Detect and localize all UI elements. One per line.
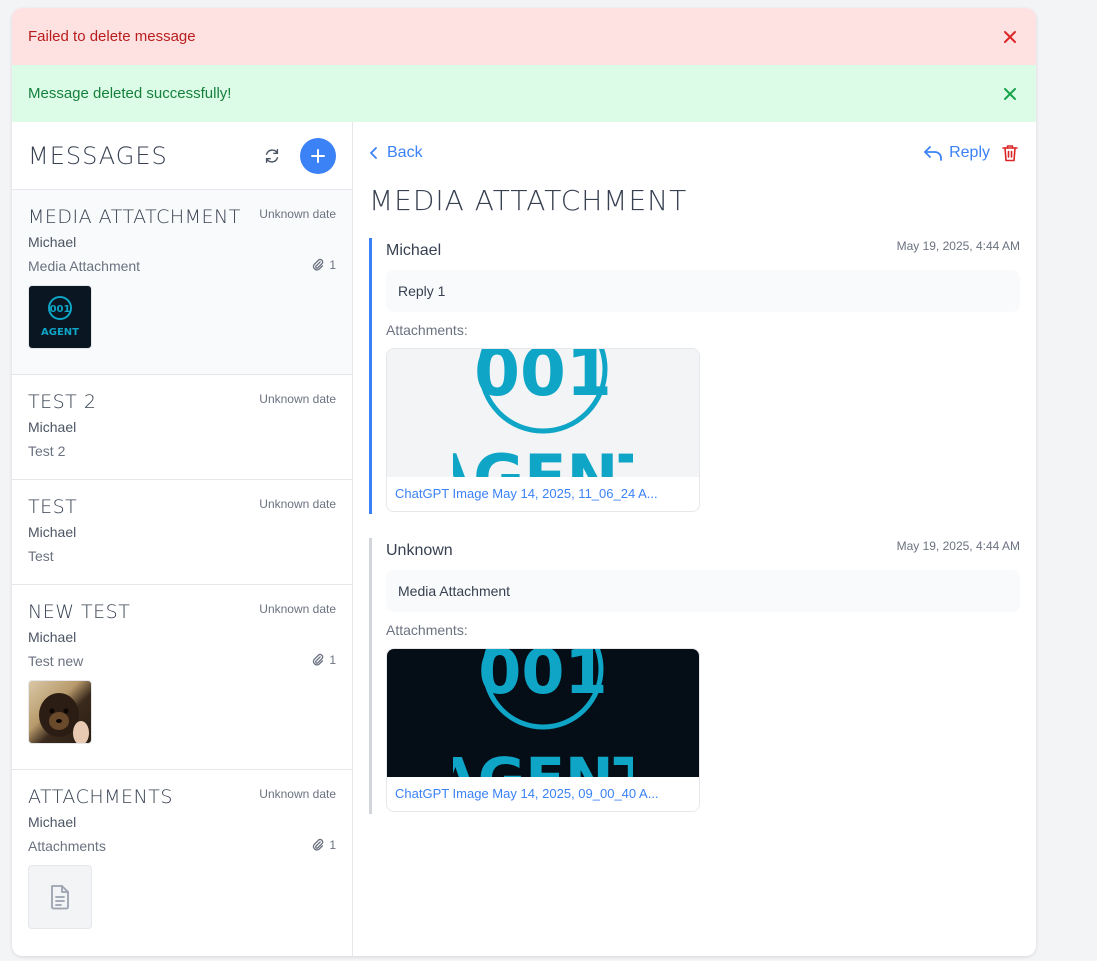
message-sender: Michael [28, 629, 77, 645]
close-error-alert-button[interactable] [1000, 27, 1020, 47]
message-date: Unknown date [259, 392, 336, 406]
close-icon [1004, 87, 1016, 100]
document-icon [51, 885, 69, 910]
main-area: MESSAGES MEDIA ATTATCHMENT Unknown date … [12, 122, 1036, 956]
attachment-preview: 001 AGENT [387, 649, 699, 777]
attachment-thumbnail[interactable]: 001 AGENT [28, 285, 92, 349]
error-alert: Failed to delete message [12, 8, 1036, 65]
attachment-filename-link[interactable]: ChatGPT Image May 14, 2025, 11_06_24 A..… [387, 477, 699, 511]
attachment-preview: 001 AGENT [387, 349, 699, 477]
paperclip-icon [313, 838, 324, 851]
attachment-count: 1 [311, 258, 336, 272]
message-date: Unknown date [259, 497, 336, 511]
paperclip-icon [313, 258, 324, 271]
attachment-count-value: 1 [329, 838, 336, 852]
new-message-button[interactable] [300, 137, 336, 174]
app-shell: Failed to delete message Message deleted… [12, 8, 1036, 956]
success-alert: Message deleted successfully! [12, 65, 1036, 122]
svg-text:001: 001 [478, 649, 607, 708]
svg-text:AGENT: AGENT [453, 745, 633, 777]
message-sender: Michael [28, 814, 77, 830]
back-button[interactable]: Back [369, 144, 423, 162]
puppy-photo-image [39, 693, 89, 743]
message-preview: Media Attachment [28, 258, 141, 274]
refresh-icon [265, 148, 279, 163]
trash-icon [1002, 145, 1018, 162]
plus-icon [311, 148, 325, 163]
thread-body: Media Attachment [386, 570, 1020, 612]
sidebar-header: MESSAGES [12, 122, 352, 190]
svg-text:AGENT: AGENT [453, 441, 633, 477]
svg-text:AGENT: AGENT [41, 327, 79, 338]
reply-icon [924, 146, 942, 161]
svg-text:001: 001 [50, 304, 71, 315]
detail-toolbar: Back Reply [369, 122, 1020, 180]
agent-logo-image: 001 AGENT [453, 349, 633, 477]
attachment-count: 1 [311, 838, 336, 852]
message-list-item[interactable]: MEDIA ATTATCHMENT Unknown date Michael M… [12, 190, 352, 375]
message-detail-pane: Back Reply MEDIA ATTATCHMENT Michael May… [353, 122, 1036, 956]
thread-message: Michael May 19, 2025, 4:44 AM Reply 1 At… [369, 238, 1020, 514]
message-sender: Michael [28, 234, 77, 250]
close-success-alert-button[interactable] [1000, 84, 1020, 104]
reply-button[interactable]: Reply [923, 144, 990, 162]
back-label: Back [387, 144, 423, 161]
attachment-thumbnail[interactable] [28, 865, 92, 929]
error-alert-text: Failed to delete message [28, 28, 196, 45]
reply-label: Reply [949, 144, 990, 161]
attachment-count-value: 1 [329, 653, 336, 667]
message-preview: Attachments [28, 838, 106, 854]
thread-date: May 19, 2025, 4:44 AM [896, 239, 1020, 253]
message-date: Unknown date [259, 787, 336, 801]
success-alert-text: Message deleted successfully! [28, 85, 232, 102]
attachments-label: Attachments: [386, 322, 468, 338]
message-date: Unknown date [259, 207, 336, 221]
agent-logo-image: 001 AGENT [453, 649, 633, 777]
refresh-button[interactable] [260, 144, 284, 168]
svg-text:001: 001 [474, 349, 612, 411]
attachment-count: 1 [311, 653, 336, 667]
thread-body: Reply 1 [386, 270, 1020, 312]
attachment-card[interactable]: 001 AGENT ChatGPT Image May 14, 2025, 11… [386, 348, 700, 512]
thread-message: Unknown May 19, 2025, 4:44 AM Media Atta… [369, 538, 1020, 814]
close-icon [1004, 30, 1016, 43]
thread-date: May 19, 2025, 4:44 AM [896, 539, 1020, 553]
message-date: Unknown date [259, 602, 336, 616]
message-sender: Michael [28, 419, 77, 435]
attachment-thumbnail[interactable] [28, 680, 92, 744]
message-list-item[interactable]: TEST 2 Unknown date Michael Test 2 [12, 375, 352, 480]
attachment-card[interactable]: 001 AGENT ChatGPT Image May 14, 2025, 09… [386, 648, 700, 812]
agent-logo-image: 001 AGENT [41, 296, 79, 338]
message-title: MEDIA ATTATCHMENT [369, 184, 688, 217]
message-preview: Test new [28, 653, 84, 669]
attachment-count-value: 1 [329, 258, 336, 272]
message-preview: Test 2 [28, 443, 66, 459]
attachment-filename-link[interactable]: ChatGPT Image May 14, 2025, 09_00_40 A..… [387, 777, 699, 811]
sidebar-title: MESSAGES [28, 141, 168, 170]
message-list-sidebar: MESSAGES MEDIA ATTATCHMENT Unknown date … [12, 122, 353, 956]
message-preview: Test [28, 548, 54, 564]
attachments-label: Attachments: [386, 622, 468, 638]
message-list-item[interactable]: NEW TEST Unknown date Michael Test new 1 [12, 585, 352, 770]
delete-button[interactable] [1000, 143, 1020, 163]
chevron-left-icon [370, 147, 377, 159]
message-sender: Michael [28, 524, 77, 540]
paperclip-icon [313, 653, 324, 666]
message-list-item[interactable]: TEST Unknown date Michael Test [12, 480, 352, 585]
message-list-item[interactable]: ATTACHMENTS Unknown date Michael Attachm… [12, 770, 352, 955]
